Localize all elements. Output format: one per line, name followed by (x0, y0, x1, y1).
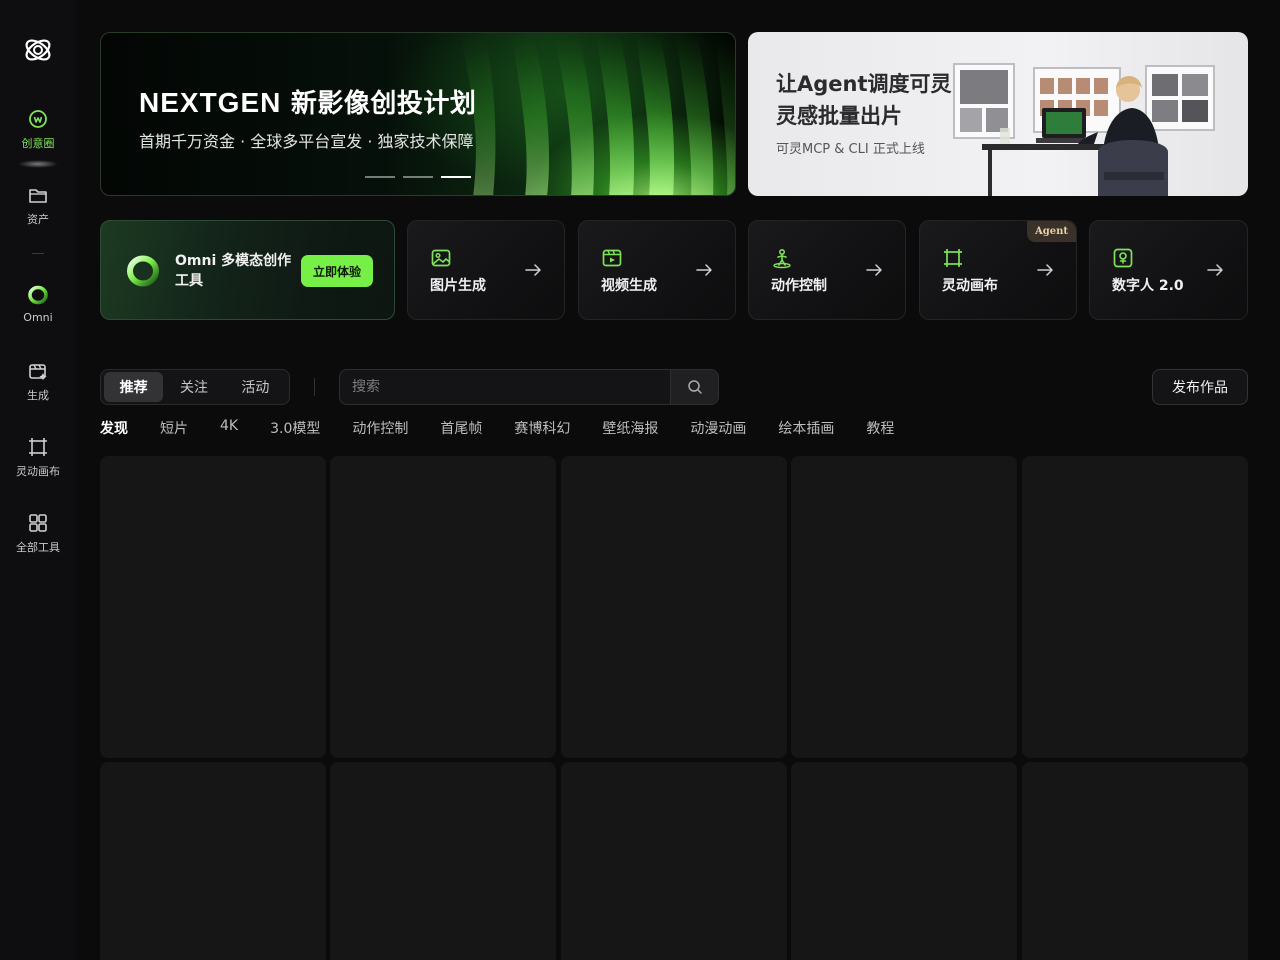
sidebar-item-omni[interactable]: Omni (0, 284, 76, 344)
search-icon (687, 380, 702, 394)
feed-card[interactable] (791, 762, 1017, 960)
tool-card-image-generation[interactable]: 图片生成 (407, 220, 565, 320)
tool-card-digital-human[interactable]: 数字人 2.0 (1089, 220, 1248, 320)
mcp-cli-banner[interactable]: 让Agent调度可灵，灵感批量出片 可灵MCP & CLI 正式上线 (748, 32, 1248, 196)
tool-card-label: 数字人 2.0 (1112, 278, 1184, 294)
omni-card-title: Omni 多模态创作工具 (175, 253, 292, 289)
sidebar: 创意圈 资产 Omni 生成 灵动画布 全部工具 (0, 0, 76, 960)
toolbar-divider (314, 378, 315, 396)
category-wallpaper-poster[interactable]: 壁纸海报 (602, 418, 658, 438)
category-anime[interactable]: 动漫动画 (690, 418, 746, 438)
tool-card-label: 图片生成 (430, 278, 486, 294)
feed-card[interactable] (100, 456, 326, 758)
tool-card-motion-control[interactable]: 动作控制 (748, 220, 906, 320)
category-short-film[interactable]: 短片 (160, 418, 188, 438)
banner-subtitle: 首期千万资金 · 全球多平台宣发 · 独家技术保障 (139, 132, 474, 151)
motion-icon (773, 248, 791, 269)
sidebar-item-label: 创意圈 (21, 137, 55, 150)
publish-button[interactable]: 发布作品 (1152, 369, 1248, 405)
arrow-right-icon (866, 264, 882, 276)
category-motion-control[interactable]: 动作控制 (352, 418, 408, 438)
canvas-icon (27, 436, 49, 458)
category-discover[interactable]: 发现 (100, 418, 128, 438)
sidebar-item-label: 资产 (27, 213, 49, 226)
mcp-banner-title: 让Agent调度可灵，灵感批量出片 (776, 72, 973, 128)
arrow-right-icon (1207, 264, 1223, 276)
sidebar-item-all-tools[interactable]: 全部工具 (0, 512, 76, 572)
arrow-right-icon (525, 264, 541, 276)
sidebar-item-assets[interactable]: 资产 (0, 184, 76, 244)
feed-tabs: 推荐 关注 活动 (100, 369, 290, 405)
banner-title-text: 新影像创投计划 (290, 89, 477, 119)
sidebar-item-label: Omni (23, 311, 53, 324)
folder-icon (27, 184, 49, 206)
category-tutorial[interactable]: 教程 (866, 418, 894, 438)
nextgen-brand: NEXTGEN (139, 87, 282, 118)
feed-card[interactable] (561, 762, 787, 960)
omni-ring-icon (127, 255, 159, 287)
carousel-dot-active[interactable] (441, 176, 471, 178)
canvas-icon (944, 249, 962, 267)
sidebar-item-generate[interactable]: 生成 (0, 360, 76, 420)
app-logo-icon[interactable] (22, 34, 54, 66)
feed-card[interactable] (1022, 762, 1248, 960)
tool-card-label: 动作控制 (771, 278, 827, 294)
tab-recommended[interactable]: 推荐 (104, 372, 164, 402)
nextgen-banner[interactable]: NEXTGEN 新影像创投计划 首期千万资金 · 全球多平台宣发 · 独家技术保… (100, 32, 736, 196)
category-3-0-model[interactable]: 3.0模型 (270, 418, 320, 438)
omni-tool-card[interactable]: Omni 多模态创作工具 立即体验 (100, 220, 395, 320)
feed-card[interactable] (100, 762, 326, 960)
agent-badge: Agent (1026, 221, 1076, 242)
search-box (339, 369, 719, 405)
sidebar-item-label: 全部工具 (16, 541, 60, 554)
omni-ring-icon (27, 284, 49, 306)
mcp-banner-subtitle: 可灵MCP & CLI 正式上线 (776, 142, 925, 157)
generate-icon (27, 360, 49, 382)
avatar-icon (1113, 248, 1133, 268)
office-scene-illustration (953, 63, 1215, 196)
feed-card[interactable] (1022, 456, 1248, 758)
category-filters: 发现 短片 4K 3.0模型 动作控制 首尾帧 赛博科幻 壁纸海报 动漫动画 绘… (100, 418, 926, 438)
search-button[interactable] (670, 370, 718, 404)
banner-title: NEXTGEN 新影像创投计划 (139, 83, 476, 120)
video-icon (602, 249, 622, 267)
arrow-right-icon (696, 264, 712, 276)
category-first-last-frame[interactable]: 首尾帧 (440, 418, 482, 438)
category-4k[interactable]: 4K (220, 418, 238, 438)
arrow-right-icon (1037, 264, 1053, 276)
feed-card[interactable] (330, 762, 556, 960)
sidebar-item-community[interactable]: 创意圈 (0, 108, 76, 168)
search-input[interactable] (340, 370, 670, 404)
tool-card-video-generation[interactable]: 视频生成 (578, 220, 736, 320)
sidebar-item-label: 灵动画布 (16, 465, 60, 478)
sidebar-divider (32, 253, 44, 254)
feed-card[interactable] (561, 456, 787, 758)
image-icon (431, 249, 451, 267)
grid-icon (27, 512, 49, 534)
category-cyber-scifi[interactable]: 赛博科幻 (514, 418, 570, 438)
tab-following[interactable]: 关注 (163, 372, 224, 402)
tab-events[interactable]: 活动 (225, 372, 286, 402)
tool-card-label: 视频生成 (601, 278, 657, 294)
carousel-indicators (365, 176, 471, 178)
try-now-button[interactable]: 立即体验 (301, 255, 373, 287)
tool-card-label: 灵动画布 (942, 278, 998, 294)
feed-card[interactable] (791, 456, 1017, 758)
category-picture-book[interactable]: 绘本插画 (778, 418, 834, 438)
sidebar-item-label: 生成 (27, 389, 49, 402)
sidebar-item-canvas[interactable]: 灵动画布 (0, 436, 76, 496)
carousel-dot[interactable] (403, 176, 433, 178)
feed-card[interactable] (330, 456, 556, 758)
tool-card-canvas[interactable]: Agent 灵动画布 (919, 220, 1077, 320)
community-icon (27, 108, 49, 130)
carousel-dot[interactable] (365, 176, 395, 178)
